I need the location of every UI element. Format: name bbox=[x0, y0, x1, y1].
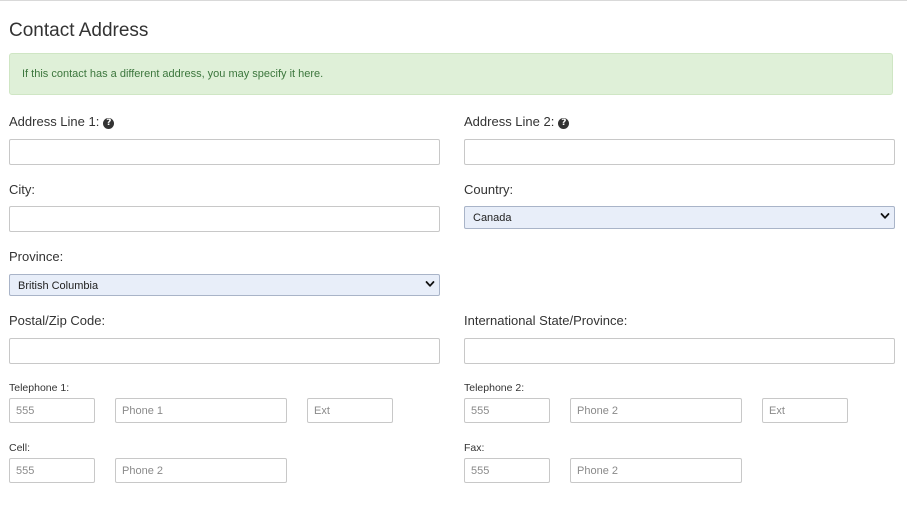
postal-code-label: Postal/Zip Code: bbox=[9, 313, 106, 328]
telephone-1-ext-input[interactable] bbox=[307, 398, 393, 423]
address-line-1-label: Address Line 1:? bbox=[9, 114, 115, 129]
address-line-2-label: Address Line 2:? bbox=[464, 114, 570, 129]
top-divider bbox=[0, 0, 907, 1]
telephone-2-ext-input[interactable] bbox=[762, 398, 848, 423]
cell-label: Cell: bbox=[9, 442, 31, 454]
country-selected-value: Canada bbox=[473, 212, 512, 224]
cell-area-input[interactable] bbox=[9, 458, 95, 483]
country-select[interactable]: Canada bbox=[464, 206, 895, 229]
cell-number-input[interactable] bbox=[115, 458, 287, 483]
telephone-2-number-input[interactable] bbox=[570, 398, 742, 423]
telephone-2-area-input[interactable] bbox=[464, 398, 550, 423]
address-line-2-input[interactable] bbox=[464, 139, 895, 165]
telephone-1-number-input[interactable] bbox=[115, 398, 287, 423]
province-label: Province: bbox=[9, 249, 64, 264]
help-icon[interactable]: ? bbox=[103, 118, 115, 129]
telephone-1-label: Telephone 1: bbox=[9, 382, 70, 394]
fax-label: Fax: bbox=[464, 442, 485, 454]
fax-number-input[interactable] bbox=[570, 458, 742, 483]
chevron-down-icon bbox=[880, 213, 890, 219]
city-label: City: bbox=[9, 182, 35, 197]
help-icon[interactable]: ? bbox=[558, 118, 570, 129]
telephone-1-area-input[interactable] bbox=[9, 398, 95, 423]
city-input[interactable] bbox=[9, 206, 440, 232]
address-line-1-input[interactable] bbox=[9, 139, 440, 165]
province-selected-value: British Columbia bbox=[18, 280, 99, 292]
chevron-down-icon bbox=[425, 281, 435, 287]
province-select[interactable]: British Columbia bbox=[9, 274, 440, 296]
telephone-2-label: Telephone 2: bbox=[464, 382, 525, 394]
intl-state-label: International State/Province: bbox=[464, 313, 628, 328]
info-alert: If this contact has a different address,… bbox=[9, 53, 893, 95]
address-line-1-label-text: Address Line 1: bbox=[9, 114, 100, 129]
fax-area-input[interactable] bbox=[464, 458, 550, 483]
intl-state-input[interactable] bbox=[464, 338, 895, 364]
postal-code-input[interactable] bbox=[9, 338, 440, 364]
info-alert-text: If this contact has a different address,… bbox=[22, 68, 324, 80]
address-line-2-label-text: Address Line 2: bbox=[464, 114, 555, 129]
page-title: Contact Address bbox=[9, 20, 149, 41]
country-label: Country: bbox=[464, 182, 514, 197]
